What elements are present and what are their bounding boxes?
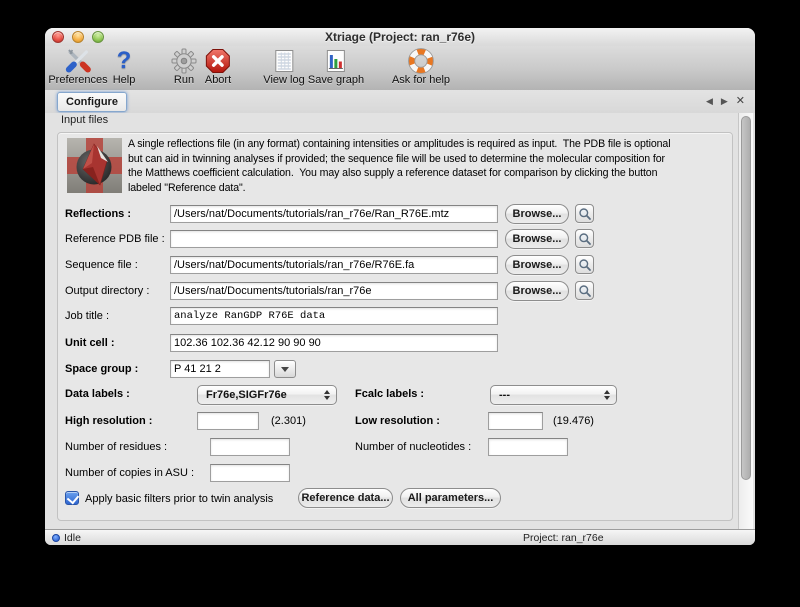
input-files-group-label: Input files <box>61 114 108 126</box>
apply-filters-label: Apply basic filters prior to twin analys… <box>85 490 273 508</box>
view-log-button[interactable]: View log <box>263 47 304 86</box>
run-gear-icon <box>171 47 197 74</box>
preferences-button[interactable]: Preferences <box>48 47 107 86</box>
job-title-input[interactable] <box>170 307 498 325</box>
space-group-label: Space group : <box>65 360 138 378</box>
sequence-file-inspect-button[interactable] <box>575 255 594 274</box>
space-group-combo-input[interactable] <box>170 360 270 378</box>
save-graph-label: Save graph <box>308 74 364 86</box>
close-window-button[interactable] <box>52 31 64 43</box>
view-log-label: View log <box>263 74 304 86</box>
magnifier-icon <box>578 258 592 272</box>
abort-stop-icon <box>205 47 231 74</box>
desktop: { "window": { "title": "Xtriage (Project… <box>0 0 800 607</box>
all-parameters-button[interactable]: All parameters... <box>400 488 501 508</box>
tab-navigation: ◀ ▶ ✕ <box>706 94 745 108</box>
abort-label: Abort <box>205 74 231 86</box>
app-window: Xtriage (Project: ran_r76e) Preferences … <box>45 28 755 545</box>
reference-pdb-label: Reference PDB file : <box>65 230 165 248</box>
checkmark-icon <box>67 492 80 505</box>
magnifier-icon <box>578 284 592 298</box>
minimize-window-button[interactable] <box>72 31 84 43</box>
input-files-description: A single reflections file (in any format… <box>128 137 730 195</box>
toolbar: Preferences ? Help <box>45 46 755 91</box>
sequence-file-browse-button[interactable]: Browse... <box>505 255 569 275</box>
job-title-label: Job title : <box>65 307 109 325</box>
window-controls <box>52 31 104 43</box>
num-nucleotides-label: Number of nucleotides : <box>355 438 471 456</box>
num-copies-asu-label: Number of copies in ASU : <box>65 464 194 482</box>
reference-pdb-inspect-button[interactable] <box>575 229 594 248</box>
configure-panel: Input files <box>45 113 755 529</box>
sequence-file-label: Sequence file : <box>65 256 138 274</box>
xtriage-crystal-icon <box>67 138 122 193</box>
output-directory-label: Output directory : <box>65 282 149 300</box>
fcalc-labels-value: --- <box>499 389 510 401</box>
log-document-icon <box>263 47 304 74</box>
abort-button[interactable]: Abort <box>205 47 231 86</box>
bar-chart-icon <box>308 47 364 74</box>
output-directory-inspect-button[interactable] <box>575 281 594 300</box>
fcalc-labels-popup[interactable]: --- <box>490 385 617 405</box>
low-resolution-hint: (19.476) <box>553 412 594 430</box>
stepper-arrows-icon <box>324 390 330 400</box>
high-resolution-hint: (2.301) <box>271 412 306 430</box>
ask-for-help-label: Ask for help <box>392 74 450 86</box>
num-copies-asu-input[interactable] <box>210 464 290 482</box>
low-resolution-label: Low resolution : <box>355 412 440 430</box>
space-group-dropdown-button[interactable] <box>274 360 296 378</box>
tab-bar: Configure ◀ ▶ ✕ <box>45 90 755 114</box>
status-indicator-dot <box>52 534 60 542</box>
tab-scroll-right-icon[interactable]: ▶ <box>721 94 728 108</box>
num-residues-label: Number of residues : <box>65 438 167 456</box>
help-label: Help <box>113 74 136 86</box>
preferences-tools-icon <box>48 47 107 74</box>
status-text: Idle <box>64 531 81 545</box>
reflections-input[interactable] <box>170 205 498 223</box>
chevron-down-icon <box>281 367 289 372</box>
tab-scroll-left-icon[interactable]: ◀ <box>706 94 713 108</box>
ask-for-help-button[interactable]: Ask for help <box>392 47 450 86</box>
status-project: Project: ran_r76e <box>523 531 604 545</box>
scrollbar-thumb[interactable] <box>741 116 751 480</box>
tab-configure[interactable]: Configure <box>57 92 127 112</box>
help-button[interactable]: ? Help <box>113 47 136 86</box>
high-resolution-input[interactable] <box>197 412 259 430</box>
num-nucleotides-input[interactable] <box>488 438 568 456</box>
save-graph-button[interactable]: Save graph <box>308 47 364 86</box>
window-title: Xtriage (Project: ran_r76e) <box>45 28 755 46</box>
fcalc-labels-label: Fcalc labels : <box>355 385 424 403</box>
help-question-icon: ? <box>113 47 136 74</box>
apply-filters-checkbox[interactable] <box>65 491 79 505</box>
stepper-arrows-icon <box>604 390 610 400</box>
status-bar: Idle Project: ran_r76e <box>45 529 755 545</box>
reflections-browse-button[interactable]: Browse... <box>505 204 569 224</box>
magnifier-icon <box>578 207 592 221</box>
reference-pdb-browse-button[interactable]: Browse... <box>505 229 569 249</box>
title-bar[interactable]: Xtriage (Project: ran_r76e) <box>45 28 755 47</box>
magnifier-icon <box>578 232 592 246</box>
reflections-label: Reflections : <box>65 205 131 223</box>
reflections-inspect-button[interactable] <box>575 204 594 223</box>
lifebuoy-icon <box>392 47 450 74</box>
run-label: Run <box>171 74 197 86</box>
sequence-file-input[interactable] <box>170 256 498 274</box>
high-resolution-label: High resolution : <box>65 412 152 430</box>
vertical-scrollbar[interactable] <box>738 113 753 529</box>
unit-cell-label: Unit cell : <box>65 334 115 352</box>
reference-data-button[interactable]: Reference data... <box>298 488 393 508</box>
low-resolution-input[interactable] <box>488 412 543 430</box>
preferences-label: Preferences <box>48 74 107 86</box>
data-labels-popup[interactable]: Fr76e,SIGFr76e <box>197 385 337 405</box>
zoom-window-button[interactable] <box>92 31 104 43</box>
data-labels-value: Fr76e,SIGFr76e <box>206 389 287 401</box>
num-residues-input[interactable] <box>210 438 290 456</box>
data-labels-label: Data labels : <box>65 385 130 403</box>
tab-close-icon[interactable]: ✕ <box>736 94 745 108</box>
reference-pdb-input[interactable] <box>170 230 498 248</box>
output-directory-browse-button[interactable]: Browse... <box>505 281 569 301</box>
unit-cell-input[interactable] <box>170 334 498 352</box>
output-directory-input[interactable] <box>170 282 498 300</box>
run-button[interactable]: Run <box>171 47 197 86</box>
